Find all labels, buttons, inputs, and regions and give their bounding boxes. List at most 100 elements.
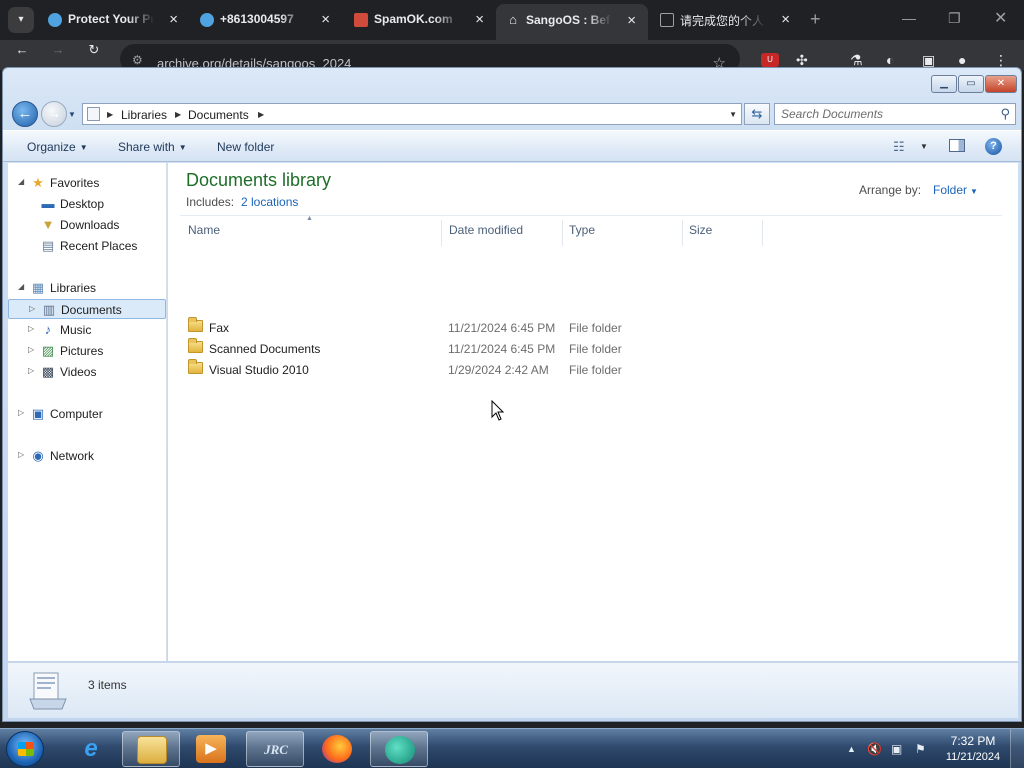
expand-icon[interactable]: ▷ [28, 345, 34, 354]
recent-places-icon: ▤ [41, 238, 55, 253]
tab-title: +8613004597 [220, 12, 294, 26]
nav-label: Pictures [60, 344, 104, 358]
browser-toolbar: ← → ↻ ⚙ archive.org/details/sangoos_2024… [0, 40, 1024, 74]
maximize-icon[interactable]: ▭ [958, 75, 984, 93]
breadcrumb-documents[interactable]: Documents [188, 108, 249, 122]
file-row-fax[interactable]: Fax 11/21/2024 6:45 PM File folder [180, 317, 680, 337]
expand-icon[interactable]: ▷ [28, 324, 34, 333]
browser-tab-2[interactable]: +8613004597 × [190, 6, 342, 34]
taskbar-internet-explorer[interactable]: e [62, 731, 120, 767]
nav-network[interactable]: ▷ ◉ Network [8, 446, 166, 466]
browser-tab-5[interactable]: 请完成您的个人 × [650, 6, 802, 34]
arrange-by-dropdown[interactable]: Folder ▼ [933, 183, 978, 197]
new-folder-button[interactable]: New folder [217, 140, 274, 154]
site-info-icon[interactable]: ⚙ [132, 53, 143, 67]
nav-desktop[interactable]: ▬ Desktop [8, 194, 166, 214]
navigation-pane: ◢ ★ Favorites ▬ Desktop ▼ Downloads ▤ Re… [8, 163, 167, 661]
browser-tab-3[interactable]: SpamOK.com × [344, 6, 496, 34]
chevron-right-icon[interactable]: ▶ [107, 110, 113, 119]
search-input[interactable] [781, 107, 991, 121]
share-with-button[interactable]: Share with ▼ [118, 140, 187, 154]
chevron-down-icon[interactable]: ▼ [920, 142, 928, 151]
nav-documents[interactable]: ▷ ▥ Documents [8, 299, 166, 319]
close-tab-icon[interactable]: × [627, 12, 636, 29]
close-tab-icon[interactable]: × [781, 11, 790, 28]
profile-avatar-icon[interactable]: ● [958, 52, 966, 68]
nav-videos[interactable]: ▷ ▩ Videos [8, 362, 166, 382]
forward-arrow-icon[interactable]: → [50, 42, 66, 57]
recent-pages-dropdown-icon[interactable]: ▼ [68, 110, 76, 119]
chevron-down-icon: ▼ [178, 143, 187, 152]
library-locations-link[interactable]: 2 locations [241, 195, 298, 209]
column-header-date-modified[interactable]: Date modified [443, 220, 563, 246]
item-count: 3 items [88, 678, 127, 692]
action-center-flag-icon[interactable]: ⚑ [915, 742, 926, 756]
breadcrumb-libraries[interactable]: Libraries [121, 108, 167, 122]
help-icon[interactable]: ? [985, 138, 1002, 155]
close-window-icon[interactable]: ✕ [994, 8, 1007, 28]
column-header-size[interactable]: Size [683, 220, 763, 246]
sync-icon[interactable]: ◐ [886, 52, 894, 68]
chevron-right-icon[interactable]: ▶ [258, 110, 264, 119]
file-row-scanned-documents[interactable]: Scanned Documents 11/21/2024 6:45 PM Fil… [180, 338, 680, 358]
taskbar-media-player[interactable]: ▶ [182, 731, 240, 767]
close-tab-icon[interactable]: × [475, 11, 484, 28]
close-tab-icon[interactable]: × [321, 11, 330, 28]
minimize-icon[interactable]: — [902, 10, 916, 26]
organize-button[interactable]: Organize ▼ [27, 140, 88, 154]
network-tray-icon[interactable]: ▣ [891, 742, 902, 756]
globe-icon [48, 13, 62, 27]
nav-downloads[interactable]: ▼ Downloads [8, 215, 166, 235]
taskbar-firefox[interactable] [308, 731, 366, 767]
expand-icon[interactable]: ▷ [18, 408, 24, 417]
chevron-right-icon[interactable]: ▶ [175, 110, 181, 119]
clock-date[interactable]: 11/21/2024 [942, 751, 1004, 763]
file-date: 11/21/2024 6:45 PM [448, 321, 556, 335]
nav-pictures[interactable]: ▷ ▨ Pictures [8, 341, 166, 361]
refresh-icon[interactable]: ⇆ [744, 103, 770, 125]
nav-recent-places[interactable]: ▤ Recent Places [8, 236, 166, 256]
column-header-name[interactable]: Name [182, 220, 442, 246]
explorer-window: ▁ ▭ ✕ ← → ▼ ▶ Libraries ▶ Documents ▶ ▼ … [2, 67, 1022, 722]
volume-muted-icon[interactable]: 🔇 [867, 742, 882, 756]
column-header-type[interactable]: Type [563, 220, 683, 246]
browser-tab-4[interactable]: ⌂ SangoOS : Bef × [496, 4, 648, 40]
chevron-up-icon[interactable]: ▲ [847, 744, 856, 754]
back-arrow-icon[interactable]: ← [14, 42, 30, 57]
breadcrumb[interactable]: ▶ Libraries ▶ Documents ▶ ▼ [82, 103, 742, 125]
nav-libraries[interactable]: ◢ ▦ Libraries [8, 278, 166, 298]
browser-tab-1[interactable]: Protect Your Pr × [38, 6, 190, 34]
restore-icon[interactable]: ❐ [948, 10, 961, 27]
taskbar-jrc[interactable]: JRC [246, 731, 304, 767]
expand-icon[interactable]: ▷ [18, 450, 24, 459]
back-arrow-icon[interactable]: ← [12, 101, 38, 127]
start-button[interactable] [6, 731, 44, 767]
tab-search-icon[interactable]: ▾ [8, 7, 34, 33]
preview-pane-icon[interactable] [949, 139, 965, 152]
search-icon[interactable]: ⚲ [1000, 106, 1010, 122]
minimize-icon[interactable]: ▁ [931, 75, 957, 93]
nav-computer[interactable]: ▷ ▣ Computer [8, 404, 166, 424]
documents-icon: ▥ [42, 302, 56, 317]
collapse-icon[interactable]: ◢ [18, 177, 24, 186]
change-view-icon[interactable]: ☷ [893, 139, 905, 155]
taskbar-windows-explorer[interactable] [122, 731, 180, 767]
new-tab-icon[interactable]: + [810, 9, 821, 30]
taskbar-app[interactable] [370, 731, 428, 767]
nav-favorites[interactable]: ◢ ★ Favorites [8, 173, 166, 193]
file-row-visual-studio-2010[interactable]: Visual Studio 2010 1/29/2024 2:42 AM Fil… [180, 359, 680, 379]
close-tab-icon[interactable]: × [169, 11, 178, 28]
expand-icon[interactable]: ▷ [29, 304, 35, 313]
nav-music[interactable]: ▷ ♪ Music [8, 320, 166, 340]
expand-icon[interactable]: ▷ [28, 366, 34, 375]
ublock-icon[interactable]: U [761, 53, 779, 67]
reload-icon[interactable]: ↻ [86, 42, 102, 57]
clock-time[interactable]: 7:32 PM [942, 734, 1004, 748]
chevron-down-icon[interactable]: ▼ [729, 110, 737, 119]
archive-icon: ⌂ [509, 12, 517, 27]
close-window-icon[interactable]: ✕ [985, 75, 1017, 93]
forward-arrow-icon[interactable]: → [41, 101, 67, 127]
music-icon: ♪ [44, 322, 52, 337]
collapse-icon[interactable]: ◢ [18, 282, 24, 291]
show-desktop-button[interactable] [1010, 729, 1024, 768]
